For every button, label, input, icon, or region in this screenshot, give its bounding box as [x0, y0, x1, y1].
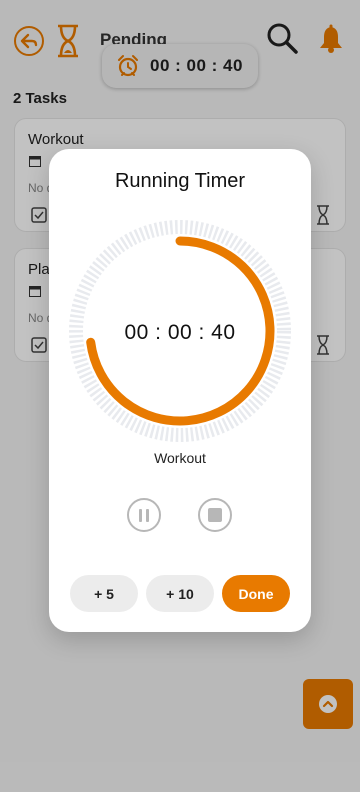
done-button[interactable]: Done: [222, 575, 290, 612]
stop-icon: [208, 508, 222, 522]
add-5-button[interactable]: + 5: [70, 575, 138, 612]
pause-icon: [139, 508, 142, 522]
stop-button[interactable]: [198, 498, 232, 532]
timer-time: 00 : 00 : 40: [124, 321, 236, 344]
running-timer-dialog: Running Timer 00 : 00 : 40 Workout + 5 +…: [49, 149, 311, 632]
dialog-title: Running Timer: [114, 170, 246, 192]
timer-task-name: Workout: [154, 450, 206, 466]
pause-button[interactable]: [127, 498, 161, 532]
add-10-button[interactable]: + 10: [146, 575, 214, 612]
